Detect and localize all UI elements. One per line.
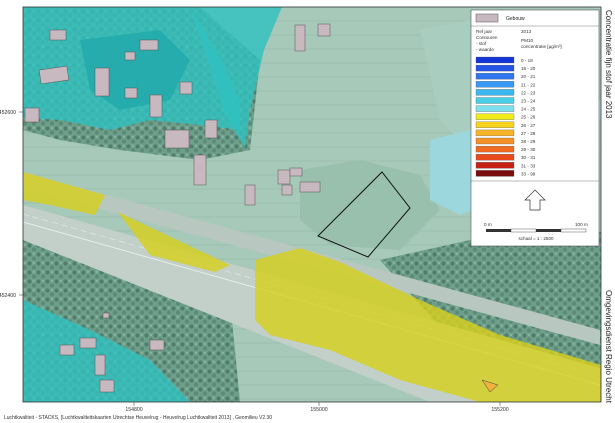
legend-swatch-7: [475, 113, 515, 120]
legend-panel: Gebouw Ref jaar 2013 Contouren - stof PM…: [470, 9, 600, 247]
legend-class-label-4: 22 - 23: [521, 90, 536, 95]
legend-swatch-4: [475, 89, 515, 96]
legend-class-label-10: 28 - 29: [521, 139, 536, 144]
legend-class-label-3: 21 - 22: [521, 82, 536, 87]
legend-swatch-6: [475, 105, 515, 112]
x-axis: 154800 155000 155200: [125, 402, 509, 413]
scale-left-label: 0 m: [484, 222, 492, 227]
x-tick-155000: 155000: [310, 407, 327, 413]
legend-building-swatch: [475, 13, 499, 23]
map-footer-source: Luchtkwaliteit - STACKS, [Luchtkwaliteit…: [4, 415, 272, 421]
legend-class-label-1: 18 - 20: [521, 66, 536, 71]
legend-class-label-7: 25 - 26: [521, 115, 536, 120]
legend-class-label-2: 20 - 21: [521, 74, 536, 79]
legend-swatch-8: [475, 121, 515, 128]
y-tick-452400: 452400: [0, 293, 16, 299]
side-title-bottom: Omgevingsdienst Regio Utrecht: [604, 290, 613, 404]
legend-class-label-14: 33 - 99: [521, 171, 536, 176]
map-frame: 452600 452400 154800 155000 155200 Lucht…: [0, 6, 613, 421]
legend-class-label-12: 30 - 31: [521, 155, 536, 160]
y-axis: 452600 452400: [0, 110, 23, 299]
legend-swatch-11: [475, 145, 515, 153]
legend-class-label-13: 31 - 33: [521, 163, 536, 168]
legend-ref-jaar-label: Ref jaar: [476, 29, 493, 34]
legend-stof-label: - stof: [476, 41, 487, 46]
legend-swatch-10: [475, 137, 515, 145]
x-tick-155200: 155200: [491, 407, 508, 413]
legend-ref-jaar-value: 2013: [521, 29, 532, 34]
legend-swatch-1: [475, 64, 515, 72]
scale-right-label: 100 m: [575, 222, 588, 227]
legend-swatch-12: [475, 154, 515, 161]
legend-stof-value: PM10: [521, 38, 533, 43]
legend-building-label: Gebouw: [506, 16, 525, 22]
legend-classes: 0 - 18 18 - 20 20 - 21 21 - 22 22 - 23 23 - 2…: [475, 56, 536, 177]
legend-contouren-label: Contouren: [476, 35, 498, 40]
legend-class-label-9: 27 - 28: [521, 131, 536, 136]
legend-swatch-5: [475, 97, 515, 104]
scale-ratio-label: schaal = 1 : 2500: [518, 236, 554, 241]
legend-class-label-6: 24 - 25: [521, 107, 536, 112]
legend-class-label-11: 29 - 30: [521, 147, 536, 152]
legend-waarde-value: concentratie [µg/m³]: [521, 44, 562, 49]
x-tick-154800: 154800: [125, 407, 142, 413]
y-tick-452600: 452600: [0, 110, 16, 116]
legend-swatch-2: [475, 73, 515, 80]
legend-swatch-0: [475, 56, 515, 64]
legend-class-label-8: 26 - 27: [521, 123, 536, 128]
legend-swatch-13: [475, 162, 515, 169]
legend-class-label-5: 23 - 24: [521, 99, 536, 104]
legend-swatch-14: [475, 170, 515, 177]
legend-swatch-9: [475, 129, 515, 137]
side-title-top: Concentratie fijn stof jaar 2013: [604, 10, 613, 119]
legend-class-label-0: 0 - 18: [521, 58, 533, 63]
legend-waarde-label: - waarde: [476, 47, 494, 52]
legend-swatch-3: [475, 81, 515, 88]
